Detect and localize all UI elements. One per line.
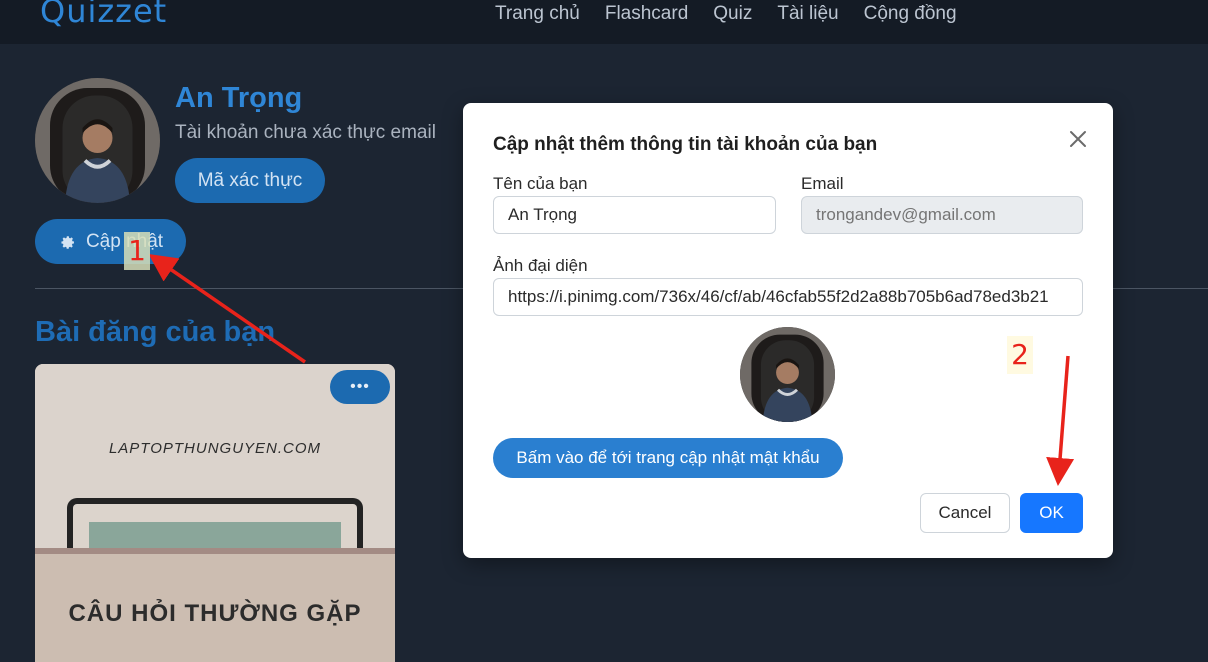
gear-icon bbox=[61, 235, 74, 249]
avatar-preview-photo bbox=[740, 327, 835, 422]
nav-link-quiz[interactable]: Quiz bbox=[713, 3, 752, 25]
update-profile-button[interactable]: Cập nhật bbox=[35, 219, 186, 264]
email-label: Email bbox=[801, 174, 844, 193]
step-1-marker: 1 bbox=[124, 232, 150, 270]
close-icon[interactable] bbox=[1066, 127, 1090, 151]
nav-link-home[interactable]: Trang chủ bbox=[495, 3, 580, 25]
nav-link-community[interactable]: Cộng đồng bbox=[864, 3, 957, 25]
post-card[interactable]: LAPTOPTHUNGUYEN.COM CÂU HỎI THƯỜNG GẶP bbox=[35, 364, 395, 662]
avatar-url-input[interactable] bbox=[493, 278, 1083, 316]
cancel-button[interactable]: Cancel bbox=[920, 493, 1010, 533]
nav-link-documents[interactable]: Tài liệu bbox=[777, 3, 838, 25]
email-field bbox=[801, 196, 1083, 234]
verify-status-text: Tài khoản chưa xác thực email bbox=[175, 122, 436, 143]
posts-section-title: Bài đăng của bạn bbox=[35, 316, 276, 348]
avatar-label: Ảnh đại diện bbox=[493, 256, 588, 275]
step-2-marker: 2 bbox=[1007, 336, 1033, 374]
update-info-modal: Cập nhật thêm thông tin tài khoản của bạ… bbox=[463, 103, 1113, 558]
profile-avatar bbox=[35, 78, 160, 203]
update-password-button[interactable]: Bấm vào để tới trang cập nhật mật khẩu bbox=[493, 438, 843, 478]
user-name: An Trọng bbox=[175, 82, 303, 114]
post-caption: CÂU HỎI THƯỜNG GẶP bbox=[68, 600, 362, 627]
nav-links: Trang chủ Flashcard Quiz Tài liệu Cộng đ… bbox=[495, 3, 957, 25]
verify-code-button[interactable]: Mã xác thực bbox=[175, 158, 325, 203]
name-input[interactable] bbox=[493, 196, 776, 234]
post-more-button[interactable]: ••• bbox=[330, 370, 390, 404]
site-logo[interactable]: Quizzet bbox=[40, 0, 167, 30]
avatar-preview bbox=[740, 327, 835, 422]
navbar: Quizzet Trang chủ Flashcard Quiz Tài liệ… bbox=[0, 0, 1208, 44]
ok-button[interactable]: OK bbox=[1020, 493, 1083, 533]
post-site-name: LAPTOPTHUNGUYEN.COM bbox=[108, 440, 322, 457]
nav-link-flashcard[interactable]: Flashcard bbox=[605, 3, 688, 25]
name-label: Tên của bạn bbox=[493, 174, 588, 193]
modal-title: Cập nhật thêm thông tin tài khoản của bạ… bbox=[493, 134, 878, 155]
avatar-photo bbox=[35, 78, 160, 203]
